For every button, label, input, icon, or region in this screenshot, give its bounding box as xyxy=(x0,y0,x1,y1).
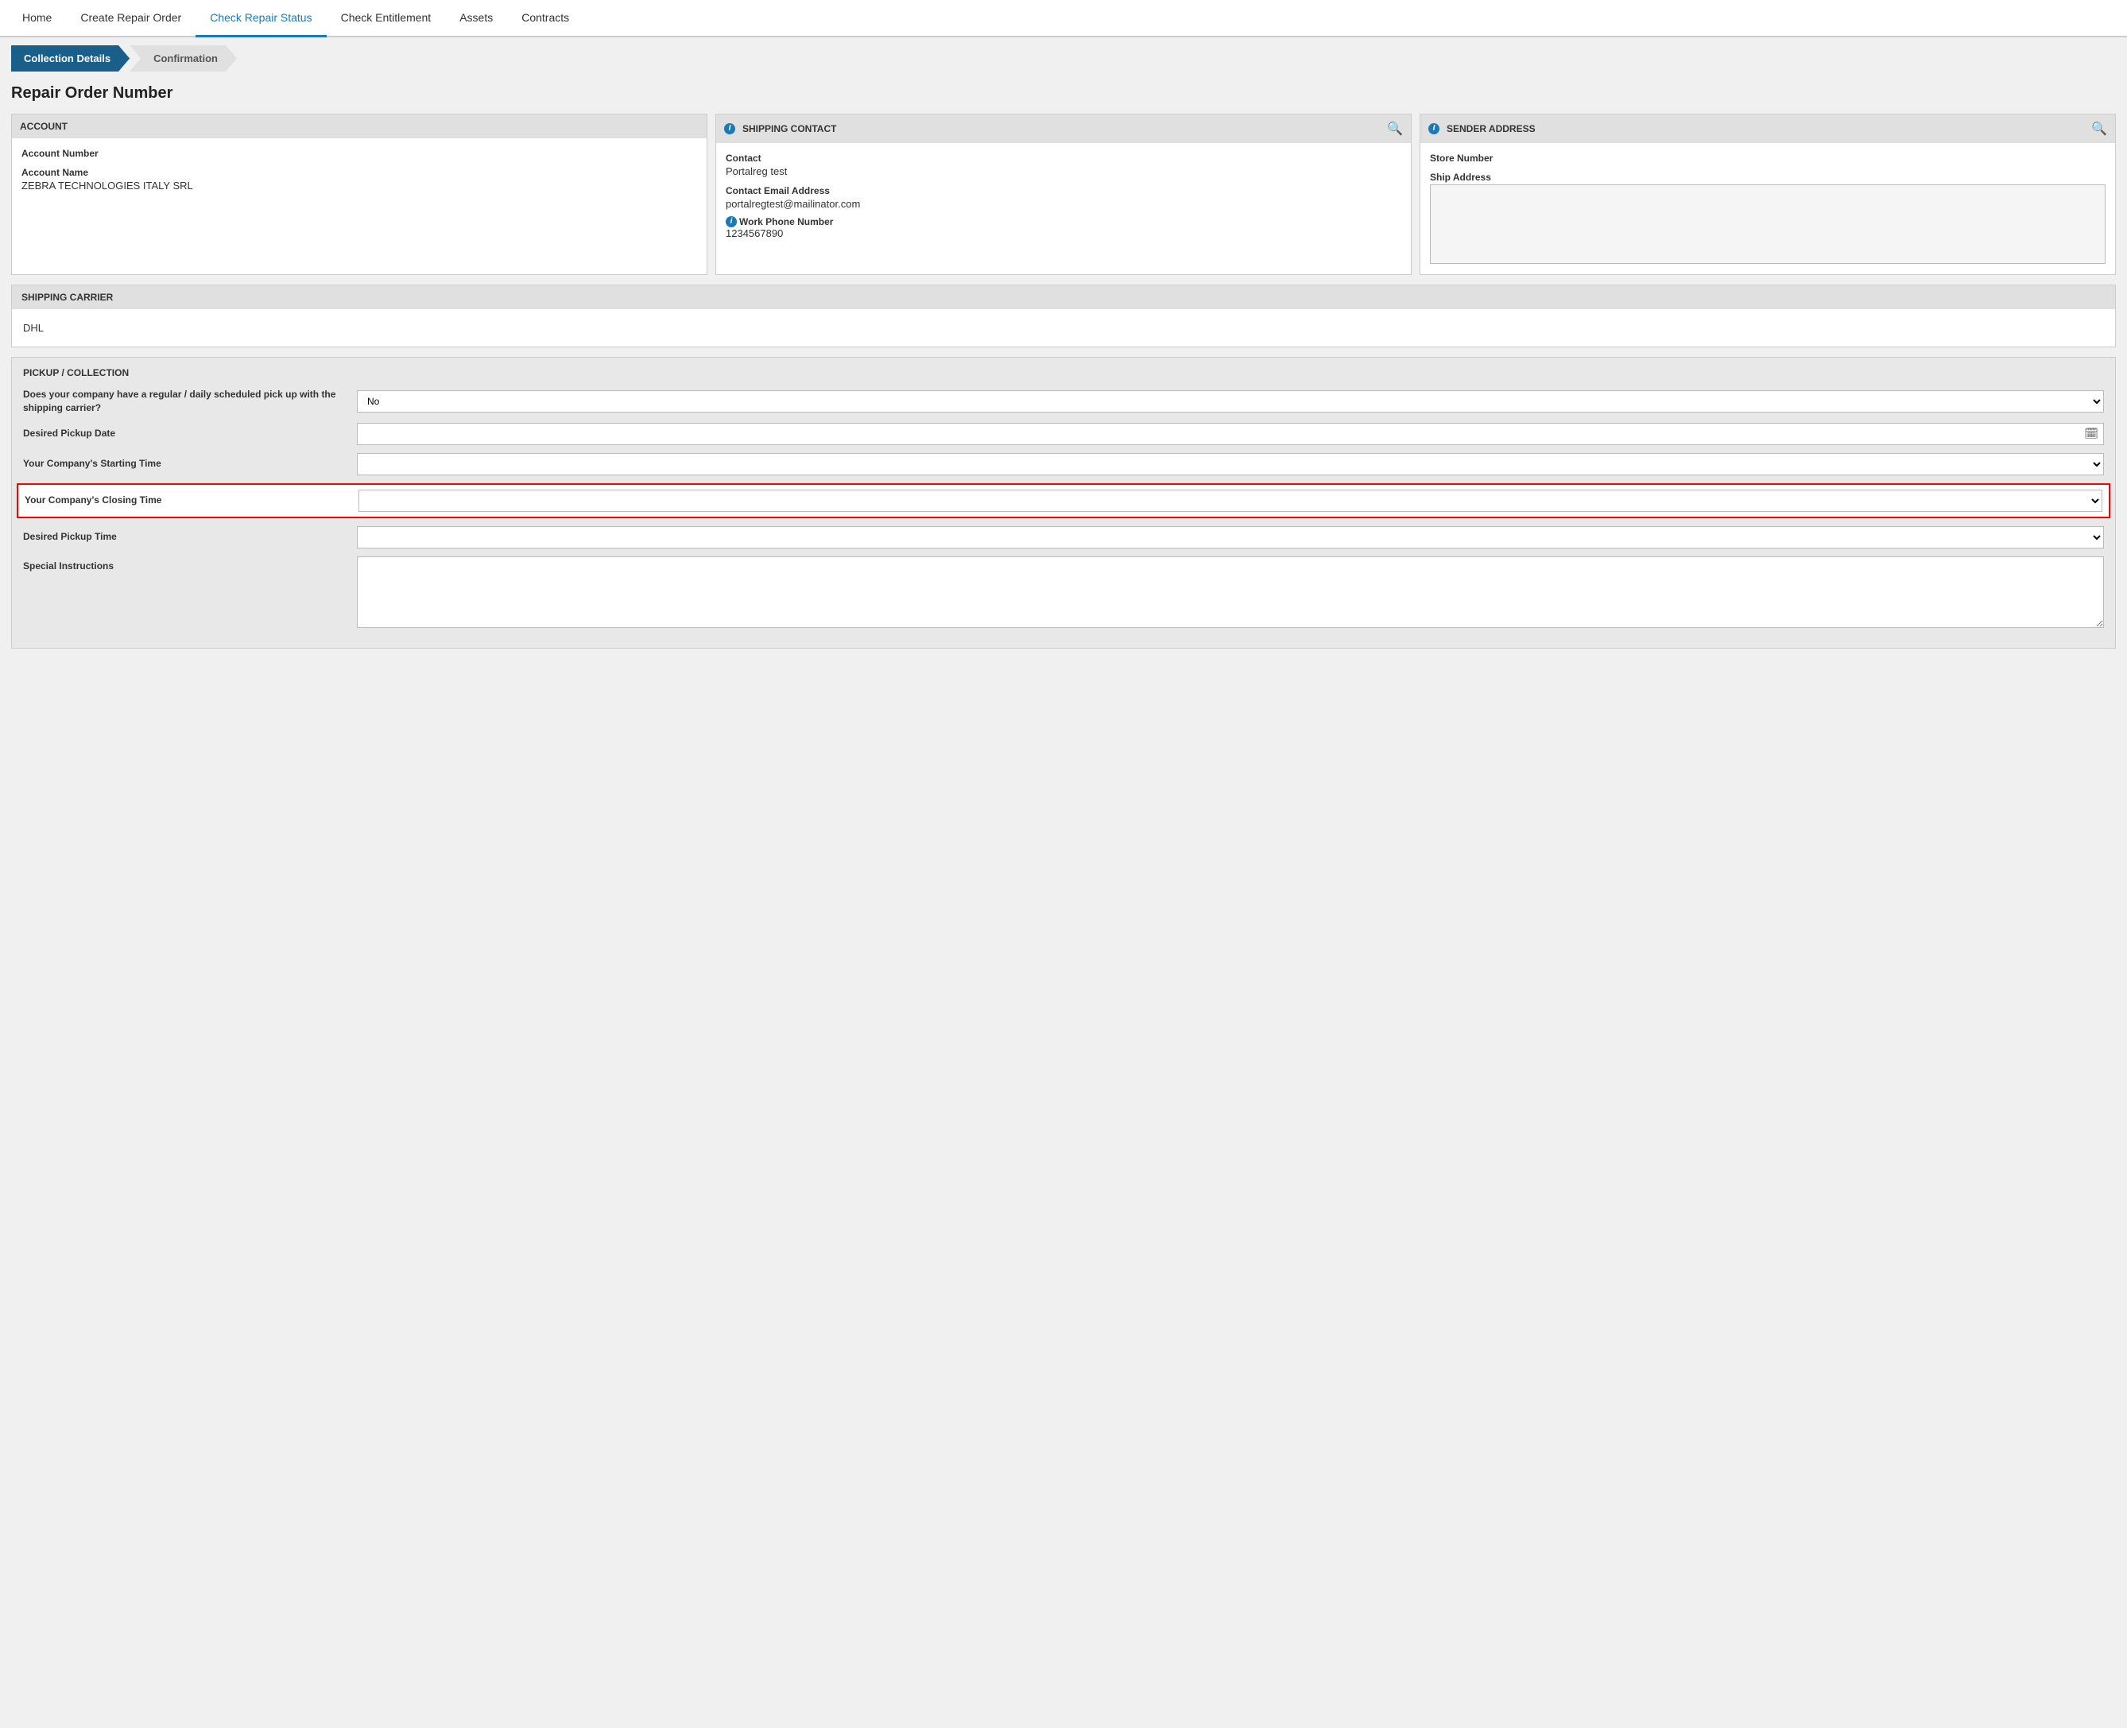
closing-time-row: Your Company's Closing Time xyxy=(17,483,2110,518)
desired-pickup-date-row: Desired Pickup Date 🗓 xyxy=(23,423,2104,445)
sender-address-search-icon[interactable]: 🔍 xyxy=(2091,121,2107,137)
desired-pickup-time-row: Desired Pickup Time xyxy=(23,526,2104,548)
contact-value: Portalreg test xyxy=(726,165,1401,177)
account-card-body: Account Number Account Name ZEBRA TECHNO… xyxy=(12,138,707,265)
wizard-tab-collection-details[interactable]: Collection Details xyxy=(11,45,130,72)
account-card: ACCOUNT Account Number Account Name ZEBR… xyxy=(11,114,707,275)
ship-address-textarea[interactable] xyxy=(1430,184,2106,264)
closing-time-select[interactable] xyxy=(358,490,2102,512)
starting-time-select[interactable] xyxy=(357,453,2104,475)
store-number-label: Store Number xyxy=(1430,153,2106,164)
special-instructions-row: Special Instructions xyxy=(23,556,2104,630)
work-phone-label: Work Phone Number xyxy=(739,216,833,227)
desired-pickup-time-label: Desired Pickup Time xyxy=(23,530,357,544)
closing-time-label: Your Company's Closing Time xyxy=(25,494,358,507)
special-instructions-textarea[interactable] xyxy=(357,556,2104,628)
account-number-label: Account Number xyxy=(21,148,697,159)
contact-email-value: portalregtest@mailinator.com xyxy=(726,198,1401,210)
pickup-collection-section: PICKUP / COLLECTION Does your company ha… xyxy=(11,357,2116,649)
regular-pickup-row: Does your company have a regular / daily… xyxy=(23,388,2104,415)
nav-item-check-repair-status[interactable]: Check Repair Status xyxy=(196,0,326,37)
starting-time-control xyxy=(357,453,2104,475)
work-phone-info-icon[interactable]: i xyxy=(726,216,737,227)
pickup-collection-header: PICKUP / COLLECTION xyxy=(23,367,2104,378)
shipping-contact-info-icon[interactable]: i xyxy=(724,123,735,134)
nav-item-contracts[interactable]: Contracts xyxy=(507,0,583,37)
wizard-tabs: Collection Details Confirmation xyxy=(0,37,2127,72)
special-instructions-label: Special Instructions xyxy=(23,556,357,573)
sender-address-card: i SENDER ADDRESS 🔍 Store Number Ship Add… xyxy=(1420,114,2116,275)
nav-bar: Home Create Repair Order Check Repair St… xyxy=(0,0,2127,37)
contact-label: Contact xyxy=(726,153,1401,164)
ship-address-label: Ship Address xyxy=(1430,172,2106,183)
shipping-carrier-section: SHIPPING CARRIER DHL xyxy=(11,285,2116,347)
sender-address-info-icon[interactable]: i xyxy=(1428,123,1439,134)
date-input-wrap: 🗓 xyxy=(357,423,2104,445)
calendar-icon[interactable]: 🗓 xyxy=(2079,427,2103,440)
starting-time-label: Your Company's Starting Time xyxy=(23,457,357,471)
desired-pickup-date-input[interactable] xyxy=(358,425,2079,443)
main-content: Repair Order Number ACCOUNT Account Numb… xyxy=(0,72,2127,1728)
account-name-label: Account Name xyxy=(21,167,697,178)
shipping-contact-header-label: SHIPPING CONTACT xyxy=(742,123,836,134)
sender-address-header: i SENDER ADDRESS 🔍 xyxy=(1420,114,2115,143)
shipping-contact-body: Contact Portalreg test Contact Email Add… xyxy=(716,143,1411,270)
wizard-tab-confirmation[interactable]: Confirmation xyxy=(130,45,237,72)
nav-item-home[interactable]: Home xyxy=(8,0,66,37)
work-phone-value: 1234567890 xyxy=(726,227,1401,239)
sender-address-body: Store Number Ship Address xyxy=(1420,143,2115,274)
shipping-contact-header: i SHIPPING CONTACT 🔍 xyxy=(716,114,1411,143)
shipping-carrier-body: DHL xyxy=(12,309,2115,347)
account-header-label: ACCOUNT xyxy=(20,121,68,132)
regular-pickup-control: No Yes xyxy=(357,390,2104,413)
nav-item-assets[interactable]: Assets xyxy=(445,0,507,37)
special-instructions-control xyxy=(357,556,2104,630)
shipping-carrier-header: SHIPPING CARRIER xyxy=(12,285,2115,309)
regular-pickup-select[interactable]: No Yes xyxy=(357,390,2104,413)
nav-item-create-repair-order[interactable]: Create Repair Order xyxy=(66,0,196,37)
shipping-contact-search-icon[interactable]: 🔍 xyxy=(1387,121,1403,137)
desired-pickup-time-select[interactable] xyxy=(357,526,2104,548)
account-card-header: ACCOUNT xyxy=(12,114,707,138)
contact-email-label: Contact Email Address xyxy=(726,185,1401,196)
account-name-value: ZEBRA TECHNOLOGIES ITALY SRL xyxy=(21,180,697,192)
desired-pickup-date-control: 🗓 xyxy=(357,423,2104,445)
desired-pickup-time-control xyxy=(357,526,2104,548)
page-title: Repair Order Number xyxy=(11,84,2116,103)
desired-pickup-date-label: Desired Pickup Date xyxy=(23,427,357,440)
nav-item-check-entitlement[interactable]: Check Entitlement xyxy=(327,0,446,37)
closing-time-control xyxy=(358,490,2102,512)
starting-time-row: Your Company's Starting Time xyxy=(23,453,2104,475)
shipping-carrier-value: DHL xyxy=(23,317,2104,339)
regular-pickup-label: Does your company have a regular / daily… xyxy=(23,388,357,415)
sender-address-header-label: SENDER ADDRESS xyxy=(1447,123,1536,134)
cards-row: ACCOUNT Account Number Account Name ZEBR… xyxy=(11,114,2116,275)
shipping-contact-card: i SHIPPING CONTACT 🔍 Contact Portalreg t… xyxy=(715,114,1412,275)
